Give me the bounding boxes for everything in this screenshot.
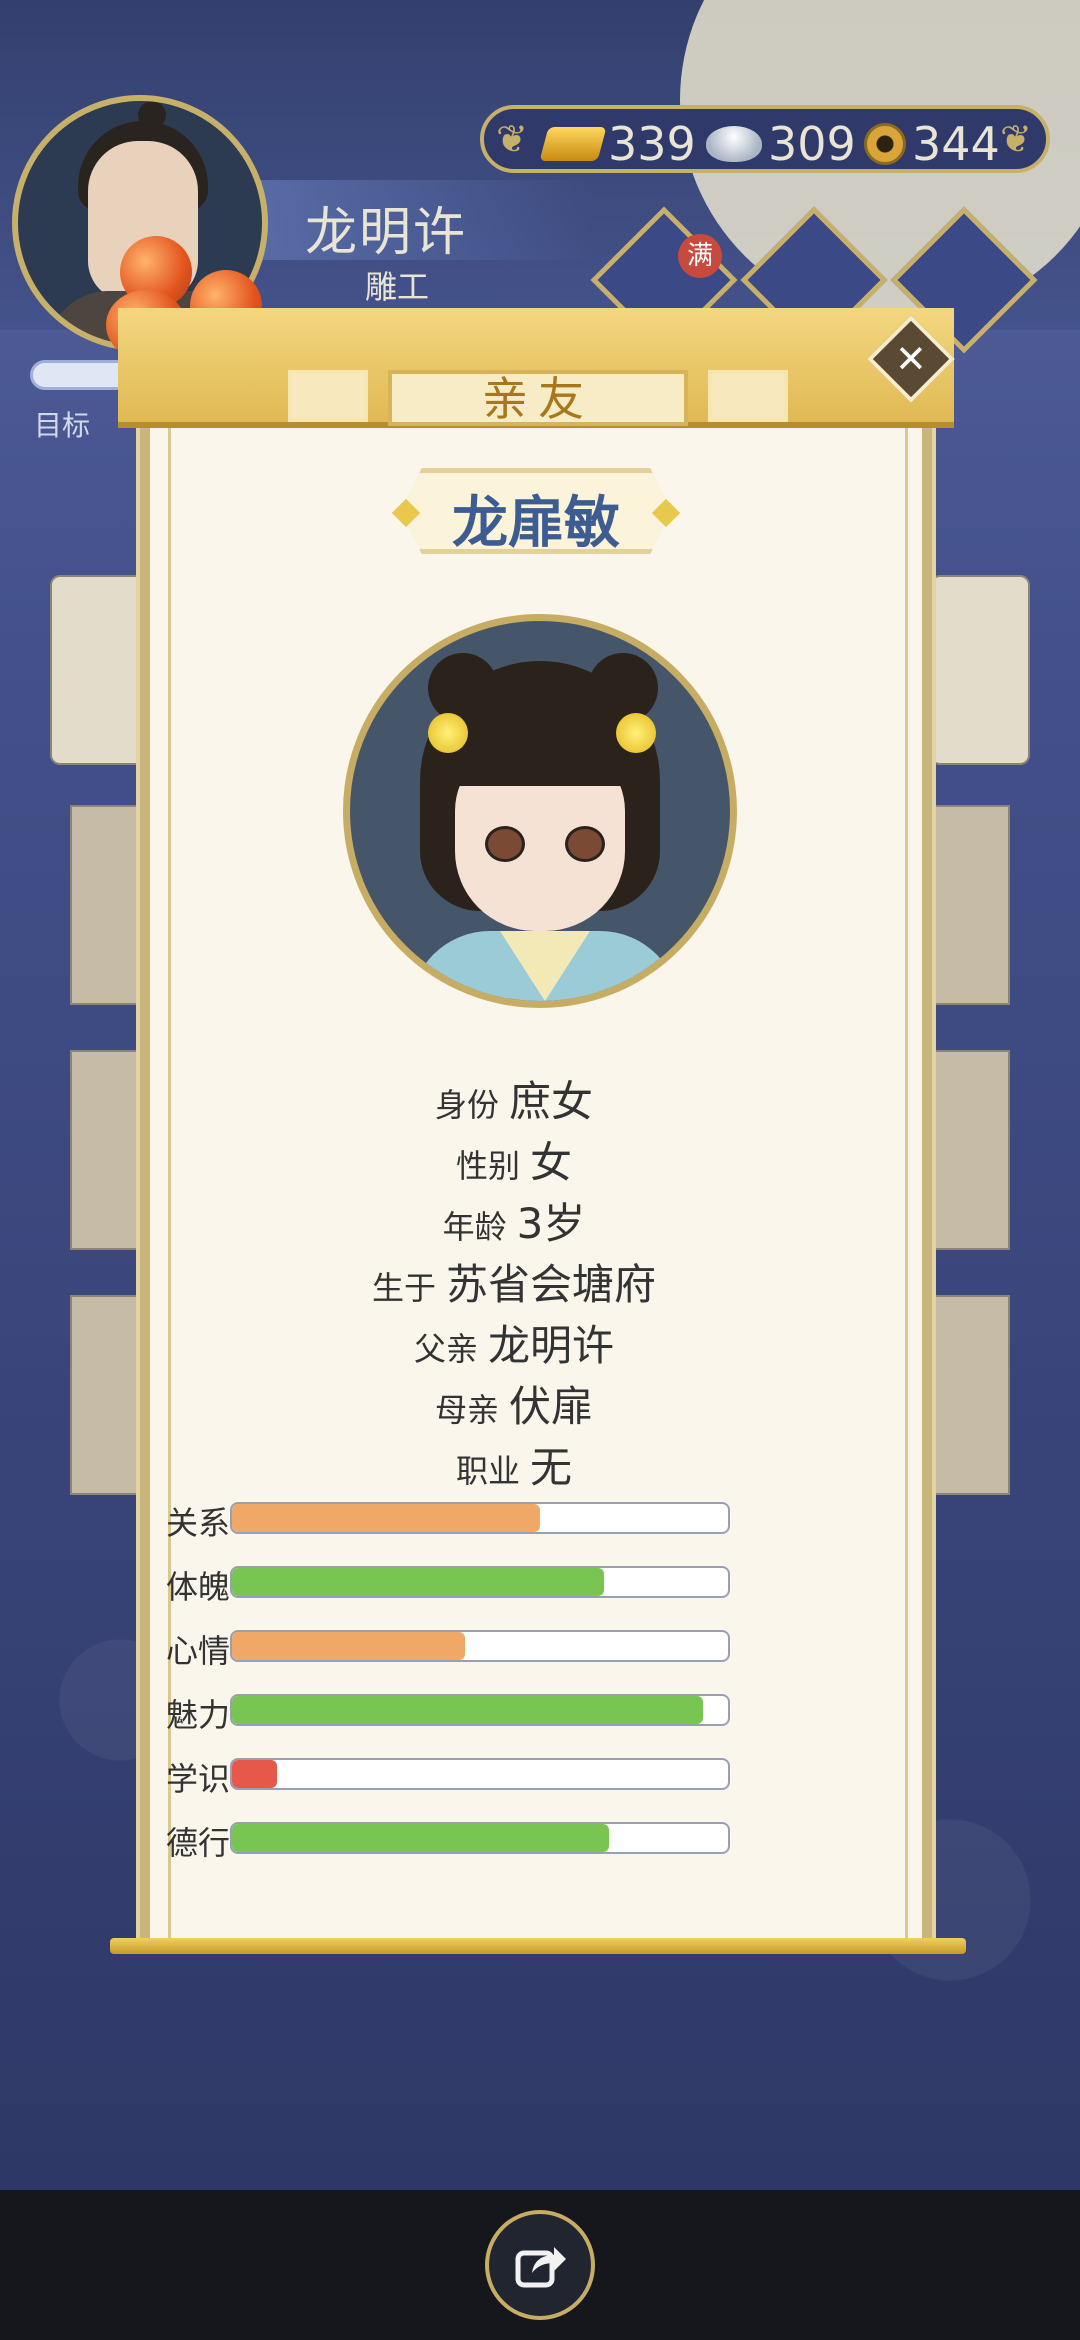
coin-count: 344 <box>912 117 1000 171</box>
info-identity: 身份 庶女 <box>118 1068 910 1129</box>
full-badge: 满 <box>678 234 722 278</box>
silver-count: 309 <box>768 117 856 171</box>
share-button[interactable] <box>485 2210 595 2320</box>
info-mother: 母亲 伏扉 <box>118 1373 910 1434</box>
resource-bar: ❦ 339 309 344 ❦ <box>480 105 1050 173</box>
portrait-eye <box>485 826 525 862</box>
stat-fill <box>232 1632 466 1660</box>
stat-fill <box>232 1824 609 1852</box>
character-name: 龙扉敏 <box>452 491 620 556</box>
player-name: 龙明许 <box>305 203 468 263</box>
relatives-popup: 亲友 ✕ 龙扉敏 身份 庶女 性别女 年龄 3岁 生于 苏省会塘府 父亲 龙明许 母亲伏… <box>110 308 966 1958</box>
player-job: 雕工 <box>365 268 430 306</box>
stat-fill <box>232 1760 277 1788</box>
gold-resource[interactable]: 339 <box>539 117 696 171</box>
stat-label-charm: 魅力 <box>166 1696 231 1734</box>
stat-label-knowledge: 学识 <box>166 1760 231 1798</box>
info-key: 生于 <box>371 1269 436 1307</box>
info-key: 母亲 <box>434 1391 499 1429</box>
stat-bar-virtue <box>230 1822 730 1854</box>
silver-resource[interactable]: 309 <box>706 117 856 171</box>
info-value: 龙明许 <box>488 1321 615 1370</box>
info-key: 身份 <box>434 1086 499 1124</box>
portrait-bun <box>588 653 658 723</box>
info-value: 无 <box>530 1443 573 1492</box>
portrait-eye <box>565 826 605 862</box>
silver-ingot-icon <box>706 126 762 162</box>
stat-label-relationship: 关系 <box>166 1504 231 1542</box>
stat-label-physique: 体魄 <box>166 1568 231 1606</box>
info-value: 庶女 <box>509 1077 594 1126</box>
scroll-bottom-rod <box>110 1938 966 1954</box>
stat-bar-mood <box>230 1630 730 1662</box>
header-ornament <box>708 370 788 422</box>
info-father: 父亲 龙明许 <box>118 1312 910 1373</box>
avatar-bun <box>138 101 166 129</box>
info-birthplace: 生于 苏省会塘府 <box>118 1251 910 1312</box>
info-value: 3岁 <box>516 1199 586 1248</box>
bamboo-icon: ❦ <box>496 117 528 161</box>
stat-bar-physique <box>230 1566 730 1598</box>
stat-bar-relationship <box>230 1502 730 1534</box>
stat-fill <box>232 1504 540 1532</box>
popup-title: 亲友 <box>388 370 688 426</box>
coin-resource[interactable]: 344 <box>864 117 1000 171</box>
info-occupation: 职业无 <box>118 1434 910 1495</box>
copper-coin-icon <box>864 123 906 165</box>
hair-flower-icon <box>428 713 468 753</box>
stat-bar-knowledge <box>230 1758 730 1790</box>
info-key: 父亲 <box>413 1330 478 1368</box>
goal-label[interactable]: 目标 <box>34 404 90 444</box>
stat-fill <box>232 1568 604 1596</box>
info-age: 年龄 3岁 <box>118 1190 910 1251</box>
info-key: 性别 <box>455 1147 520 1185</box>
stat-label-mood: 心情 <box>166 1632 231 1670</box>
stat-fill <box>232 1696 704 1724</box>
gold-ingot-icon <box>539 127 607 161</box>
info-value: 女 <box>530 1138 573 1187</box>
character-portrait <box>343 614 737 1008</box>
info-value: 苏省会塘府 <box>446 1260 657 1309</box>
info-value: 伏扉 <box>509 1382 594 1431</box>
header-ornament <box>288 370 368 422</box>
info-key: 职业 <box>455 1452 520 1490</box>
bamboo-icon: ❦ <box>1000 117 1032 161</box>
info-gender: 性别女 <box>118 1129 910 1190</box>
stat-bar-charm <box>230 1694 730 1726</box>
share-icon <box>515 2247 566 2288</box>
close-icon: ✕ <box>895 337 927 381</box>
gold-count: 339 <box>608 117 696 171</box>
stat-label-virtue: 德行 <box>166 1824 231 1862</box>
hair-flower-icon <box>616 713 656 753</box>
info-key: 年龄 <box>442 1208 507 1246</box>
